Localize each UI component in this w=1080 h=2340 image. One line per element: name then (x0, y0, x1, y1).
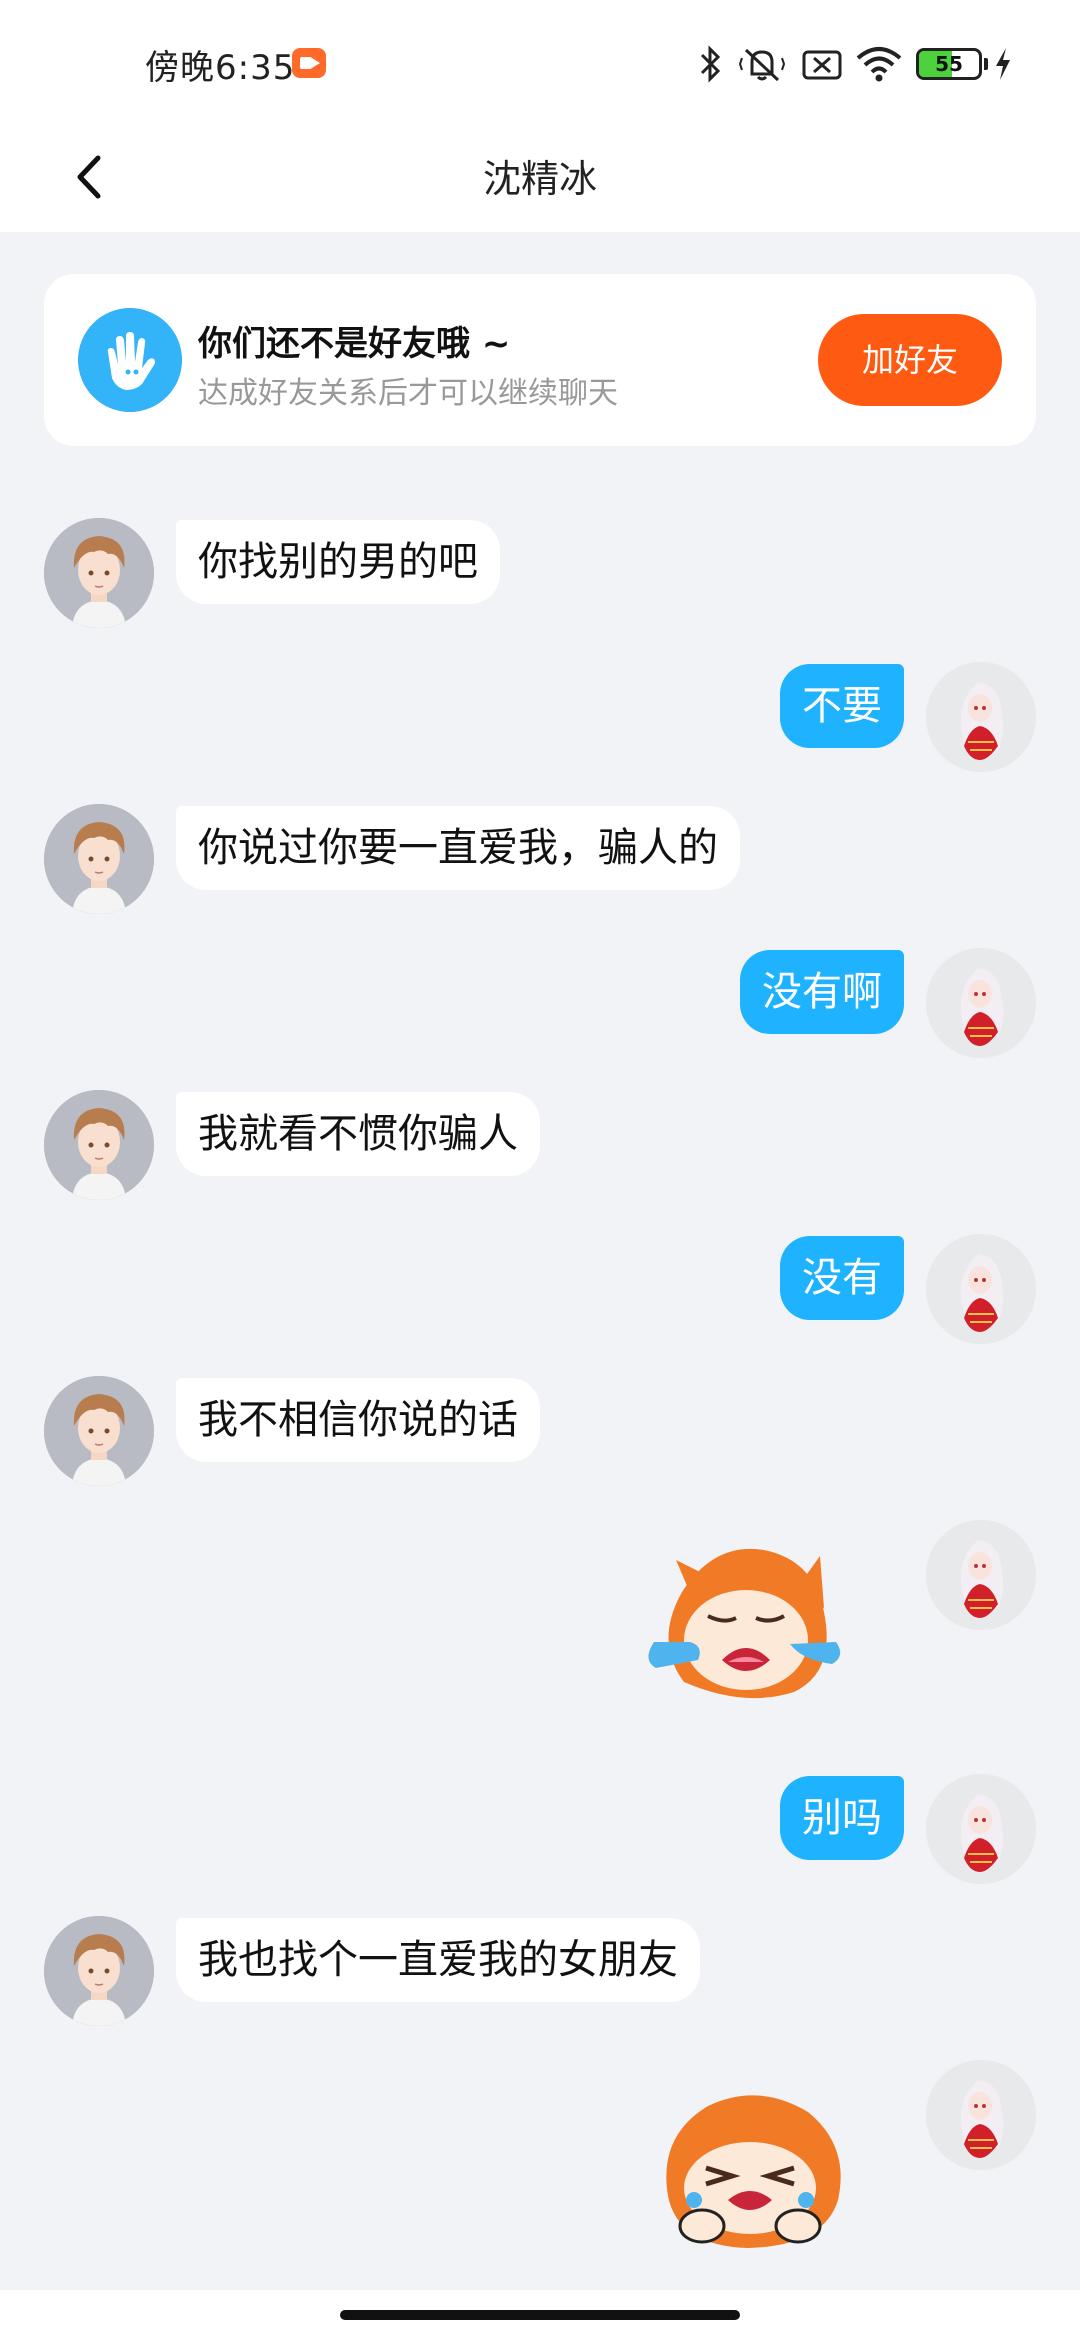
girl-avatar-icon (926, 1234, 1036, 1344)
battery-icon: 55 (916, 48, 982, 80)
my-avatar[interactable] (926, 1774, 1036, 1884)
my-avatar[interactable] (926, 662, 1036, 772)
banner-title: 你们还不是好友哦 ~ (198, 324, 511, 364)
boy-avatar-icon (44, 1090, 154, 1200)
mute-vibrate-icon (738, 48, 786, 82)
waving-hand-icon (78, 308, 182, 412)
incoming-message[interactable]: 我就看不惯你骗人 (176, 1092, 540, 1176)
contact-avatar[interactable] (44, 804, 154, 914)
girl-avatar-icon (926, 2060, 1036, 2170)
crying-sticker-icon[interactable] (624, 1532, 864, 1712)
home-indicator[interactable] (340, 2310, 740, 2320)
boy-avatar-icon (44, 804, 154, 914)
wifi-icon (856, 47, 902, 82)
status-bar: 傍晚6:35 55 (0, 0, 1080, 124)
girl-avatar-icon (926, 662, 1036, 772)
girl-avatar-icon (926, 1774, 1036, 1884)
my-avatar[interactable] (926, 1520, 1036, 1630)
contact-avatar[interactable] (44, 1090, 154, 1200)
screen-record-icon (292, 48, 326, 78)
outgoing-message[interactable]: 没有啊 (740, 950, 904, 1034)
outgoing-message[interactable]: 别吗 (780, 1776, 904, 1860)
chat-header: 沈精冰 (0, 124, 1080, 232)
girl-avatar-icon (926, 948, 1036, 1058)
add-friend-button[interactable]: 加好友 (818, 314, 1002, 406)
banner-subtitle: 达成好友关系后才可以继续聊天 (198, 376, 618, 411)
no-sim-icon (802, 50, 842, 80)
contact-avatar[interactable] (44, 1376, 154, 1486)
girl-avatar-icon (926, 1520, 1036, 1630)
incoming-message[interactable]: 我不相信你说的话 (176, 1378, 540, 1462)
outgoing-message[interactable]: 不要 (780, 664, 904, 748)
boy-avatar-icon (44, 1376, 154, 1486)
bluetooth-icon (700, 45, 721, 83)
friend-request-banner: 你们还不是好友哦 ~ 达成好友关系后才可以继续聊天 加好友 (44, 274, 1036, 446)
incoming-message[interactable]: 我也找个一直爱我的女朋友 (176, 1918, 700, 2002)
my-avatar[interactable] (926, 2060, 1036, 2170)
my-avatar[interactable] (926, 1234, 1036, 1344)
boy-avatar-icon (44, 1916, 154, 2026)
crying-sticker-icon[interactable] (628, 2076, 868, 2256)
page-title: 沈精冰 (482, 157, 597, 201)
incoming-message[interactable]: 你说过你要一直爱我，骗人的 (176, 806, 740, 890)
outgoing-message[interactable]: 没有 (780, 1236, 904, 1320)
contact-avatar[interactable] (44, 1916, 154, 2026)
incoming-message[interactable]: 你找别的男的吧 (176, 520, 500, 604)
battery-percent: 55 (935, 52, 963, 76)
battery-cap (984, 58, 988, 70)
status-time: 傍晚6:35 (145, 48, 296, 88)
my-avatar[interactable] (926, 948, 1036, 1058)
boy-avatar-icon (44, 518, 154, 628)
charging-icon (996, 48, 1010, 80)
contact-avatar[interactable] (44, 518, 154, 628)
